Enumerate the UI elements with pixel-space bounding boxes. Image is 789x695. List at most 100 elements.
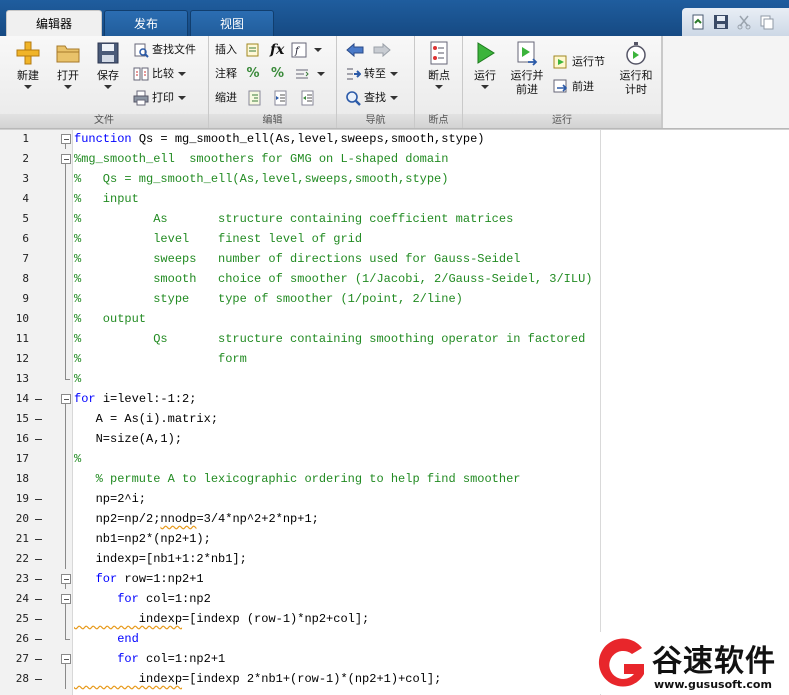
code-line[interactable]: 3 % Qs = mg_smooth_ell(As,level,sweeps,sm… bbox=[0, 169, 789, 189]
code-text[interactable]: for i=level:-1:2; bbox=[74, 389, 196, 409]
code-line[interactable]: 2 %mg_smooth_ell smoothers for GMG on L-s… bbox=[0, 149, 789, 169]
code-text[interactable]: % permute A to lexicographic ordering to… bbox=[74, 469, 521, 489]
tab-publish[interactable]: 发布 bbox=[104, 10, 188, 36]
insert-button[interactable]: 插入 bbox=[215, 40, 264, 60]
executable-line-marker[interactable] bbox=[35, 579, 42, 580]
executable-line-marker[interactable] bbox=[35, 499, 42, 500]
copy-icon[interactable] bbox=[759, 14, 775, 30]
code-line[interactable]: 5 % As structure containing coefficient m… bbox=[0, 209, 789, 229]
code-text[interactable]: N=size(A,1); bbox=[74, 429, 182, 449]
line-number[interactable]: 21 bbox=[0, 529, 29, 549]
line-number[interactable]: 19 bbox=[0, 489, 29, 509]
find-files-button[interactable]: 查找文件 bbox=[133, 40, 196, 60]
insert-function-template-button[interactable]: f bbox=[291, 40, 322, 60]
line-number[interactable]: 23 bbox=[0, 569, 29, 589]
open-button[interactable]: 打开 bbox=[48, 40, 88, 89]
executable-line-marker[interactable] bbox=[35, 519, 42, 520]
code-line[interactable]: 7 % sweeps number of directions used for … bbox=[0, 249, 789, 269]
line-number[interactable]: 26 bbox=[0, 629, 29, 649]
code-text[interactable]: % As structure containing coefficient ma… bbox=[74, 209, 513, 229]
code-fold-toggle[interactable] bbox=[61, 134, 71, 144]
code-text[interactable]: % smooth choice of smoother (1/Jacobi, 2… bbox=[74, 269, 592, 289]
code-line[interactable]: 13% bbox=[0, 369, 789, 389]
cut-icon[interactable] bbox=[736, 14, 752, 30]
code-line[interactable]: 10 % output bbox=[0, 309, 789, 329]
executable-line-marker[interactable] bbox=[35, 419, 42, 420]
line-number[interactable]: 10 bbox=[0, 309, 29, 329]
advance-button[interactable]: 前进 bbox=[553, 77, 594, 97]
code-line[interactable]: 8 % smooth choice of smoother (1/Jacobi, … bbox=[0, 269, 789, 289]
code-fold-toggle[interactable] bbox=[61, 654, 71, 664]
line-number[interactable]: 15 bbox=[0, 409, 29, 429]
code-line[interactable]: 17% bbox=[0, 449, 789, 469]
line-number[interactable]: 5 bbox=[0, 209, 29, 229]
code-line[interactable]: 6 % level finest level of grid bbox=[0, 229, 789, 249]
code-line[interactable]: 4 % input bbox=[0, 189, 789, 209]
line-number[interactable]: 16 bbox=[0, 429, 29, 449]
back-arrow-icon[interactable] bbox=[345, 42, 365, 58]
code-line[interactable]: 18 % permute A to lexicographic ordering… bbox=[0, 469, 789, 489]
line-number[interactable]: 28 bbox=[0, 669, 29, 689]
decrease-indent-icon[interactable] bbox=[300, 90, 316, 106]
executable-line-marker[interactable] bbox=[35, 679, 42, 680]
line-number[interactable]: 18 bbox=[0, 469, 29, 489]
compare-button[interactable]: 比较 bbox=[133, 64, 186, 84]
indent-button[interactable]: 缩进 bbox=[215, 88, 319, 108]
executable-line-marker[interactable] bbox=[35, 439, 42, 440]
line-number[interactable]: 12 bbox=[0, 349, 29, 369]
run-button[interactable]: 运行 bbox=[465, 40, 505, 89]
code-text[interactable]: end bbox=[74, 629, 139, 649]
line-number[interactable]: 9 bbox=[0, 289, 29, 309]
executable-line-marker[interactable] bbox=[35, 599, 42, 600]
uncomment-percent-icon[interactable]: % bbox=[271, 66, 284, 81]
code-text[interactable]: for col=1:np2+1 bbox=[74, 649, 225, 669]
code-line[interactable]: 19 np=2^i; bbox=[0, 489, 789, 509]
new-script-icon[interactable] bbox=[690, 14, 706, 30]
code-text[interactable]: np2=np/2;nnodp=3/4*np^2+2*np+1; bbox=[74, 509, 319, 529]
increase-indent-icon[interactable] bbox=[273, 90, 289, 106]
code-line[interactable]: 9 % stype type of smoother (1/point, 2/li… bbox=[0, 289, 789, 309]
line-number[interactable]: 13 bbox=[0, 369, 29, 389]
line-number[interactable]: 8 bbox=[0, 269, 29, 289]
executable-line-marker[interactable] bbox=[35, 619, 42, 620]
run-and-advance-button[interactable]: 运行并 前进 bbox=[506, 40, 548, 97]
code-text[interactable]: % Qs = mg_smooth_ell(As,level,sweeps,smo… bbox=[74, 169, 448, 189]
save-button[interactable]: 保存 bbox=[88, 40, 128, 89]
code-text[interactable]: % output bbox=[74, 309, 146, 329]
code-text[interactable]: % bbox=[74, 369, 81, 389]
code-fold-toggle[interactable] bbox=[61, 154, 71, 164]
code-text[interactable]: indexp=[nb1+1:2*nb1]; bbox=[74, 549, 247, 569]
code-line[interactable]: 20 np2=np/2;nnodp=3/4*np^2+2*np+1; bbox=[0, 509, 789, 529]
line-number[interactable]: 4 bbox=[0, 189, 29, 209]
executable-line-marker[interactable] bbox=[35, 659, 42, 660]
print-button[interactable]: 打印 bbox=[133, 88, 186, 108]
line-number[interactable]: 17 bbox=[0, 449, 29, 469]
executable-line-marker[interactable] bbox=[35, 399, 42, 400]
code-line[interactable]: 12 % form bbox=[0, 349, 789, 369]
code-line[interactable]: 23 for row=1:np2+1 bbox=[0, 569, 789, 589]
save-icon[interactable] bbox=[713, 14, 729, 30]
line-number[interactable]: 6 bbox=[0, 229, 29, 249]
code-line[interactable]: 11 % Qs structure containing smoothing op… bbox=[0, 329, 789, 349]
code-text[interactable]: % sweeps number of directions used for G… bbox=[74, 249, 520, 269]
code-text[interactable]: % input bbox=[74, 189, 139, 209]
code-text[interactable]: indexp=[indexp (row-1)*np2+col]; bbox=[74, 609, 369, 629]
run-section-button[interactable]: 运行节 bbox=[553, 52, 605, 72]
comment-button[interactable]: 注释 % % bbox=[215, 64, 325, 84]
code-line[interactable]: 14 for i=level:-1:2; bbox=[0, 389, 789, 409]
executable-line-marker[interactable] bbox=[35, 559, 42, 560]
code-line[interactable]: 16 N=size(A,1); bbox=[0, 429, 789, 449]
code-text[interactable]: % form bbox=[74, 349, 247, 369]
line-number[interactable]: 22 bbox=[0, 549, 29, 569]
code-fold-toggle[interactable] bbox=[61, 594, 71, 604]
code-line[interactable]: 25 indexp=[indexp (row-1)*np2+col]; bbox=[0, 609, 789, 629]
line-number[interactable]: 24 bbox=[0, 589, 29, 609]
code-text[interactable]: function Qs = mg_smooth_ell(As,level,swe… bbox=[74, 129, 484, 149]
code-text[interactable]: % Qs structure containing smoothing oper… bbox=[74, 329, 585, 349]
insert-function-button[interactable]: fx bbox=[270, 40, 284, 60]
code-editor[interactable]: 1 function Qs = mg_smooth_ell(As,level,sw… bbox=[0, 129, 789, 695]
tab-editor[interactable]: 编辑器 bbox=[6, 10, 102, 36]
code-line[interactable]: 22 indexp=[nb1+1:2*nb1]; bbox=[0, 549, 789, 569]
new-button[interactable]: 新建 bbox=[8, 40, 48, 89]
code-text[interactable]: for row=1:np2+1 bbox=[74, 569, 204, 589]
